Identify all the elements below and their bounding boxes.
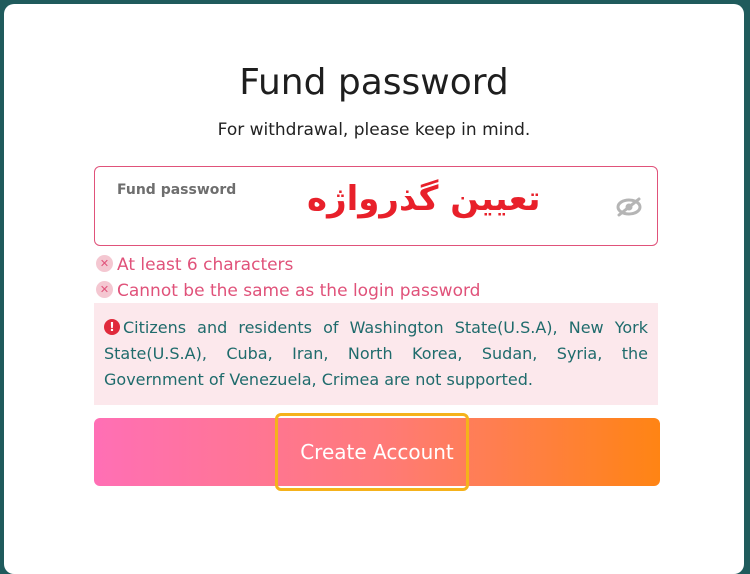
rule-not-login-password: ✕ Cannot be the same as the login passwor… (96, 281, 480, 301)
fund-password-field[interactable]: Fund password تعیین گذرواژه (94, 166, 658, 246)
create-account-label: Create Account (300, 440, 454, 464)
page-subtitle: For withdrawal, please keep in mind. (217, 120, 531, 140)
region-notice: ! Citizens and residents of Washington St… (94, 303, 658, 405)
notice-text: Citizens and residents of Washington Sta… (104, 318, 648, 389)
fund-password-card: Fund password For withdrawal, please kee… (4, 4, 744, 574)
close-icon: ✕ (96, 255, 113, 272)
rule-text: Cannot be the same as the login password (117, 281, 481, 301)
close-icon: ✕ (96, 281, 113, 298)
eye-slash-icon[interactable] (615, 196, 643, 218)
rule-text: At least 6 characters (117, 255, 294, 275)
create-account-button[interactable]: Create Account (94, 418, 660, 486)
alert-icon: ! (104, 319, 120, 335)
rule-min-length: ✕ At least 6 characters (96, 255, 293, 275)
fund-password-label: Fund password (117, 182, 237, 198)
page-title: Fund password (239, 62, 509, 103)
overlay-annotation-text: تعیین گذرواژه (307, 179, 541, 219)
